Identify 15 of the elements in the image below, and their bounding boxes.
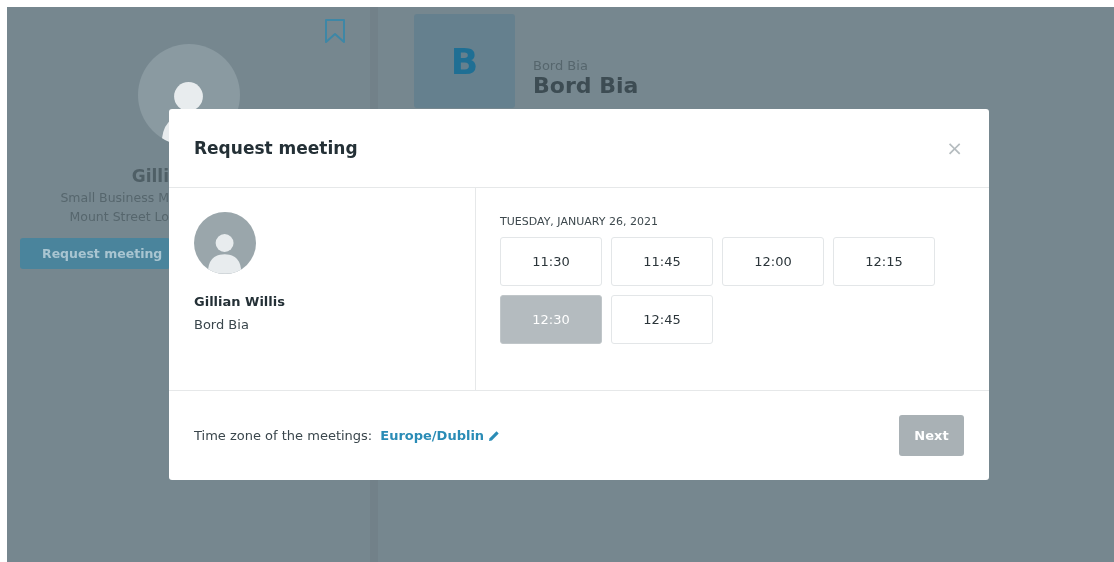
organization-logo-tile: B [414, 14, 515, 108]
time-slot-button[interactable]: 12:45 [611, 295, 713, 344]
time-slot-button[interactable]: 11:30 [500, 237, 602, 286]
pencil-icon [488, 429, 501, 442]
timezone-label: Time zone of the meetings: [194, 428, 373, 443]
time-slot-button[interactable]: 11:45 [611, 237, 713, 286]
bookmark-icon[interactable] [323, 18, 347, 44]
person-name: Gillian Willis [194, 294, 286, 309]
timezone-link[interactable]: Europe/Dublin [380, 428, 501, 443]
time-slot-button[interactable]: 12:15 [833, 237, 935, 286]
person-company: Bord Bia [194, 317, 250, 332]
date-heading: TUESDAY, JANUARY 26, 2021 [500, 215, 659, 228]
organization-name: Bord Bia [533, 73, 639, 99]
time-slot-button[interactable]: 12:00 [722, 237, 824, 286]
dialog-title: Request meeting [194, 138, 358, 158]
